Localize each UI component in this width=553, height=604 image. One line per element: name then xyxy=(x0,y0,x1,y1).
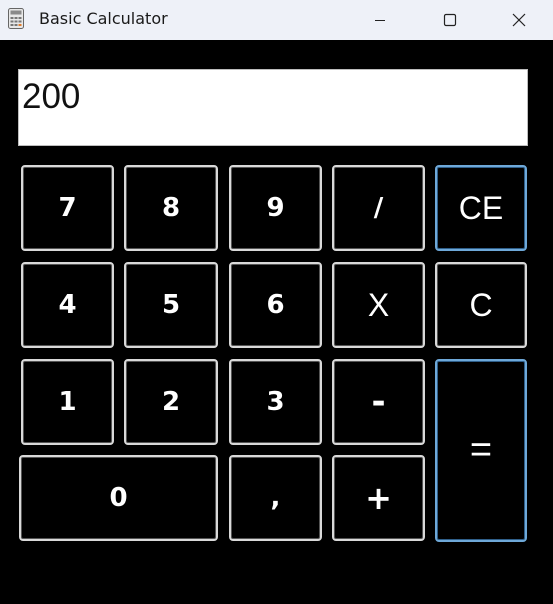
clear-entry-button[interactable]: CE xyxy=(435,165,527,251)
calculator-icon xyxy=(8,8,24,29)
multiply-button[interactable]: X xyxy=(332,262,425,348)
key-6-button[interactable]: 6 xyxy=(229,262,322,348)
clear-button[interactable]: C xyxy=(435,262,527,348)
maximize-button[interactable] xyxy=(427,0,473,40)
key-2-button[interactable]: 2 xyxy=(124,359,218,445)
key-9-button[interactable]: 9 xyxy=(229,165,322,251)
divide-button[interactable]: / xyxy=(332,165,425,251)
key-8-button[interactable]: 8 xyxy=(124,165,218,251)
minimize-icon xyxy=(375,20,385,21)
window-title: Basic Calculator xyxy=(39,9,168,28)
equals-button[interactable]: = xyxy=(435,359,527,542)
add-button[interactable]: + xyxy=(332,455,425,541)
minimize-button[interactable] xyxy=(357,0,403,40)
key-5-button[interactable]: 5 xyxy=(124,262,218,348)
maximize-icon xyxy=(443,13,457,27)
subtract-button[interactable]: - xyxy=(332,359,425,445)
key-0-button[interactable]: 0 xyxy=(19,455,218,541)
decimal-comma-button[interactable]: , xyxy=(229,455,322,541)
result-display[interactable]: 200 xyxy=(18,69,528,146)
title-bar: Basic Calculator xyxy=(0,0,553,40)
close-button[interactable] xyxy=(496,0,542,40)
close-icon xyxy=(512,13,526,27)
key-7-button[interactable]: 7 xyxy=(21,165,114,251)
key-3-button[interactable]: 3 xyxy=(229,359,322,445)
key-4-button[interactable]: 4 xyxy=(21,262,114,348)
key-1-button[interactable]: 1 xyxy=(21,359,114,445)
